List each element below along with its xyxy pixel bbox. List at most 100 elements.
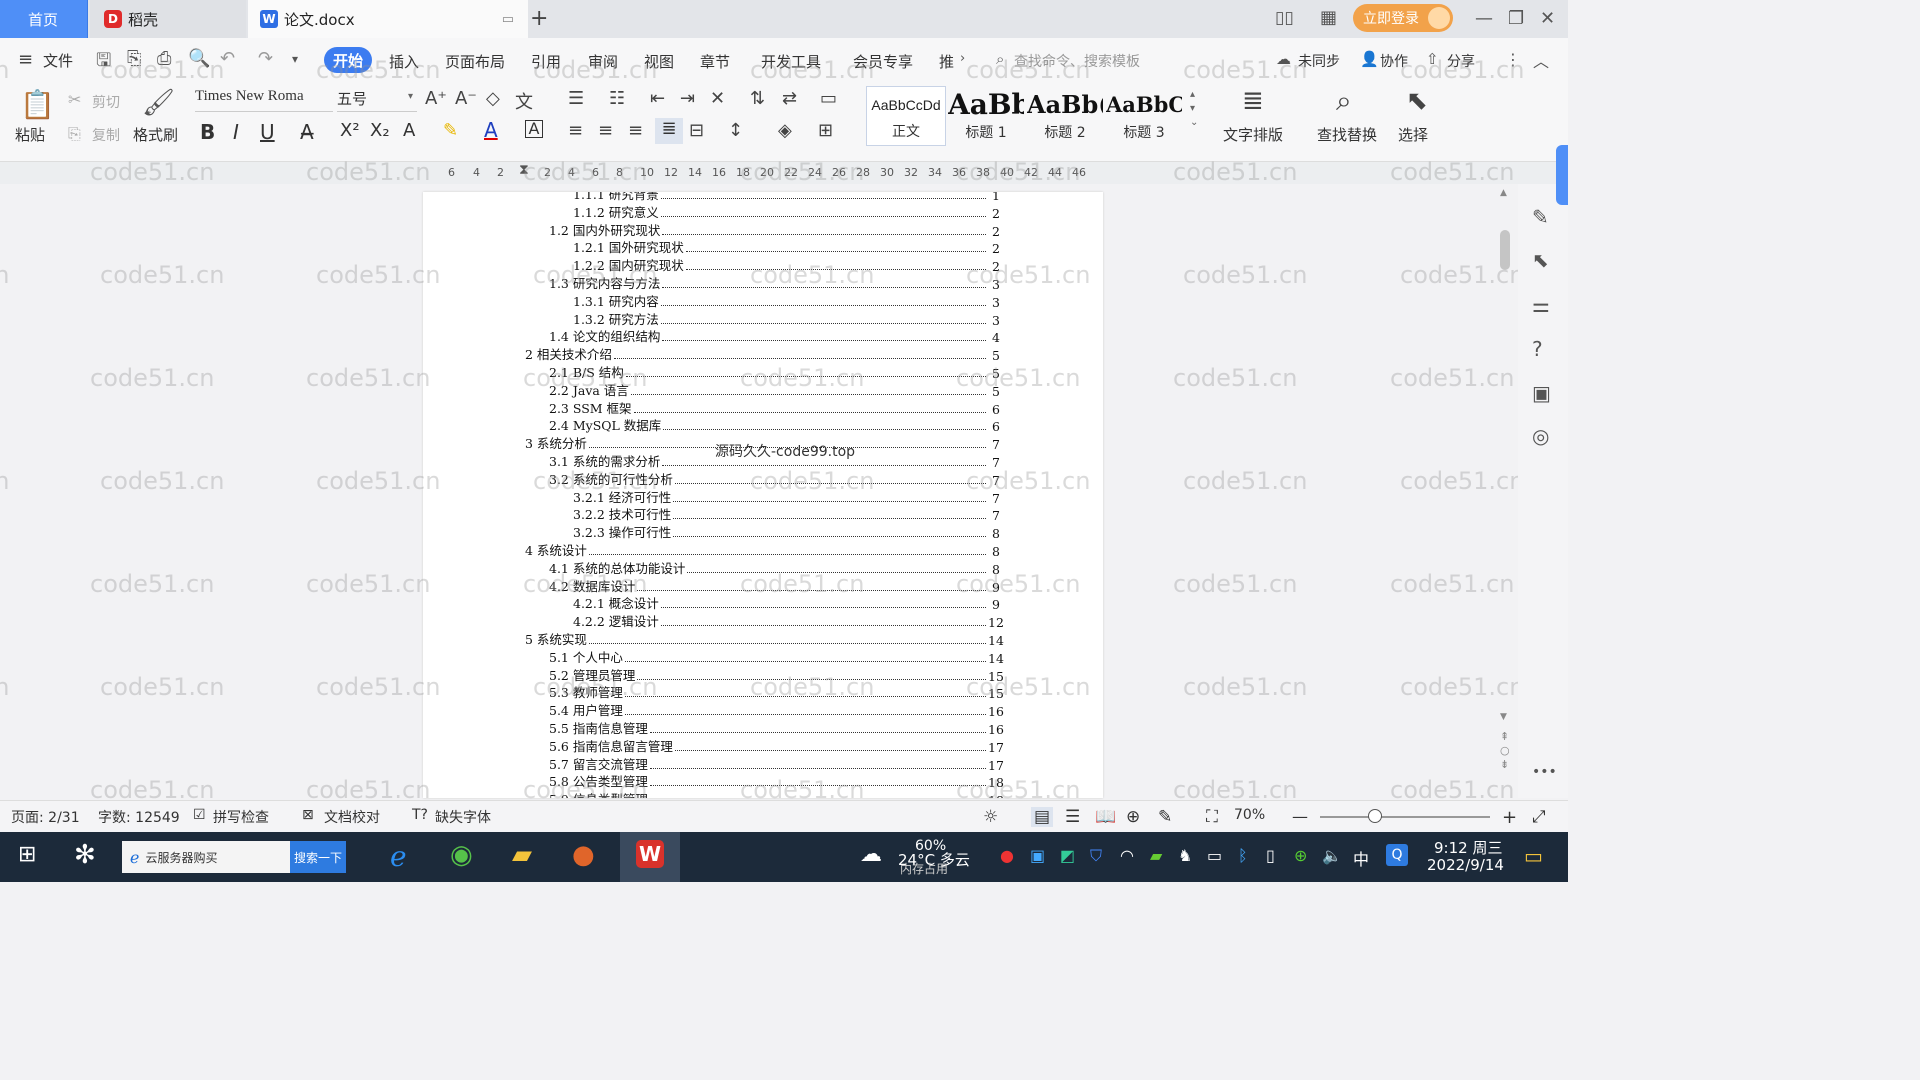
tray-shield-icon[interactable]: ⛉ xyxy=(1090,846,1102,866)
toc-entry[interactable]: 4.2 数据库设计 9 xyxy=(549,577,1000,595)
toc-entry[interactable]: 2 相关技术介绍 5 xyxy=(525,345,1000,363)
collapse-ribbon-icon[interactable]: ︿ xyxy=(1533,48,1549,72)
tabs-icon[interactable]: ▭ xyxy=(820,88,837,109)
file-explorer-icon[interactable]: ▰ xyxy=(512,840,532,870)
write-mode-icon[interactable]: ✎ xyxy=(1158,807,1172,827)
toc-entry[interactable]: 3.2.2 技术可行性 7 xyxy=(573,505,1000,523)
toc-entry[interactable]: 5.6 指南信息留言管理 17 xyxy=(549,737,1004,755)
toc-entry[interactable]: 5.9 信息类型管理 18 xyxy=(549,790,1004,798)
menu-layout[interactable]: 页面布局 xyxy=(445,51,505,72)
fullscreen-icon[interactable]: ⤢ xyxy=(1532,807,1546,827)
tab-document[interactable]: W 论文.docx ▭ xyxy=(248,0,528,38)
missing-font-button[interactable]: 缺失字体 xyxy=(435,807,491,827)
restore-icon[interactable]: ❐ xyxy=(1508,8,1524,29)
vertical-scrollbar[interactable] xyxy=(1498,190,1512,790)
select-button[interactable]: 选择 xyxy=(1398,124,1428,145)
style-normal[interactable]: AaBbCcDd 正文 xyxy=(866,86,946,146)
volume-icon[interactable]: 🔈 xyxy=(1322,846,1342,865)
adjust-sliders-icon[interactable]: ⚌ xyxy=(1532,293,1550,317)
image-settings-icon[interactable]: ▣ xyxy=(1532,381,1551,405)
font-size-select[interactable]: 五号 ▾ xyxy=(337,88,417,112)
tray-app4-icon[interactable]: ⊕ xyxy=(1294,846,1307,865)
menu-insert[interactable]: 插入 xyxy=(389,51,419,72)
toc-entry[interactable]: 4.2.1 概念设计 9 xyxy=(573,594,1000,612)
taskbar-search-box[interactable]: ℯ 云服务器购买 xyxy=(122,841,292,873)
new-tab-icon[interactable]: + xyxy=(530,6,548,31)
font-color-icon[interactable]: A xyxy=(484,118,498,142)
eye-protect-icon[interactable]: ☼ xyxy=(983,807,998,827)
text-effect-icon[interactable]: A xyxy=(403,120,415,141)
menu-more[interactable]: 推 xyxy=(939,51,954,72)
bullets-icon[interactable]: ☰ xyxy=(568,88,584,109)
toc-entry[interactable]: 1.4 论文的组织结构 4 xyxy=(549,327,1000,345)
zoom-slider-thumb[interactable] xyxy=(1368,809,1382,823)
toc-entry[interactable]: 1.3.2 研究方法 3 xyxy=(573,310,1000,328)
toc-entry[interactable]: 3.2.3 操作可行性 8 xyxy=(573,523,1000,541)
scroll-up-icon[interactable]: ▲ xyxy=(1500,188,1507,198)
char-border-icon[interactable]: A xyxy=(525,120,543,138)
bluetooth-icon[interactable]: ᛒ xyxy=(1238,846,1248,865)
apps-grid-icon[interactable]: ▦ xyxy=(1320,7,1337,28)
menu-chapter[interactable]: 章节 xyxy=(700,51,730,72)
tab-home[interactable]: 首页 xyxy=(0,0,88,38)
chinese-layout-icon[interactable]: ✕ xyxy=(710,88,725,109)
sidebar-more-icon[interactable]: ••• xyxy=(1532,764,1557,780)
web-view-icon[interactable]: ⊕ xyxy=(1126,807,1140,827)
find-replace-button[interactable]: 查找替换 xyxy=(1317,124,1377,145)
help-icon[interactable]: ? xyxy=(1532,337,1543,361)
menu-references[interactable]: 引用 xyxy=(531,51,561,72)
tray-app2-icon[interactable]: ▣ xyxy=(1030,846,1045,865)
menu-dev-tools[interactable]: 开发工具 xyxy=(761,51,821,72)
menu-start[interactable]: 开始 xyxy=(324,47,372,73)
clear-format-icon[interactable]: ◇ xyxy=(486,88,500,109)
share-button[interactable]: 分享 xyxy=(1447,51,1475,71)
collab-button[interactable]: 协作 xyxy=(1380,51,1408,71)
menu-scroll-icon[interactable]: › xyxy=(960,51,965,66)
toc-entry[interactable]: 2.2 Java 语言 5 xyxy=(549,381,1000,399)
ie-browser-icon[interactable]: ℯ xyxy=(390,840,407,873)
pinyin-icon[interactable]: 文 xyxy=(515,88,533,114)
align-center-icon[interactable]: ≡ xyxy=(598,120,613,141)
close-icon[interactable]: ✕ xyxy=(1540,8,1555,29)
subscript-icon[interactable]: X₂ xyxy=(370,120,390,141)
toc-entry[interactable]: 3.2 系统的可行性分析 7 xyxy=(549,470,1000,488)
page-nav-icon[interactable]: ⇞ ○ ⇟ xyxy=(1500,730,1510,772)
ime-indicator[interactable]: 中 xyxy=(1353,846,1369,870)
cut-button[interactable]: 剪切 xyxy=(92,92,120,112)
scroll-thumb[interactable] xyxy=(1500,230,1510,270)
usb-icon[interactable]: ▯ xyxy=(1266,846,1275,865)
bold-icon[interactable]: B xyxy=(200,120,215,144)
toc-entry[interactable]: 1.1.1 研究背景 1 xyxy=(573,192,1000,203)
toc-entry[interactable]: 5 系统实现 14 xyxy=(525,630,1004,648)
shrink-font-icon[interactable]: A⁻ xyxy=(455,88,477,109)
windows-start-icon[interactable]: ⊞ xyxy=(18,842,36,867)
toc-entry[interactable]: 4.1 系统的总体功能设计 8 xyxy=(549,559,1000,577)
redo-icon[interactable]: ↷ xyxy=(258,48,273,69)
text-layout-button[interactable]: 文字排版 xyxy=(1223,124,1283,145)
page-view-icon[interactable]: ▤ xyxy=(1031,807,1054,827)
justify-icon[interactable]: ≣ xyxy=(655,118,683,144)
text-direction-icon[interactable]: ⇄ xyxy=(782,88,797,109)
fit-page-icon[interactable]: ⛶ xyxy=(1206,807,1218,827)
copy-button[interactable]: 复制 xyxy=(92,125,120,145)
font-name-select[interactable]: Times New Roma xyxy=(195,88,333,112)
tab-daoke[interactable]: D 稻壳 xyxy=(90,0,246,38)
game-app-icon[interactable]: ● xyxy=(572,840,595,870)
styles-scroll-icon[interactable]: ▴ ▾ ⌄ xyxy=(1190,88,1198,130)
scroll-down-icon[interactable]: ▼ xyxy=(1500,712,1507,722)
zoom-level[interactable]: 70% xyxy=(1234,807,1265,823)
minimize-icon[interactable]: — xyxy=(1475,8,1493,29)
decrease-indent-icon[interactable]: ⇤ xyxy=(650,88,665,109)
italic-icon[interactable]: I xyxy=(233,120,239,144)
page-indicator[interactable]: 页面: 2/31 xyxy=(11,807,80,827)
toc-entry[interactable]: 4 系统设计 8 xyxy=(525,541,1000,559)
side-panel-handle[interactable] xyxy=(1556,145,1568,205)
strikethrough-icon[interactable]: A̶ xyxy=(300,120,314,144)
style-heading2[interactable]: AaBb( 标题 2 xyxy=(1027,88,1103,146)
toc-entry[interactable]: 5.5 指南信息管理 16 xyxy=(549,719,1004,737)
reading-view-icon[interactable]: 📖 xyxy=(1095,807,1116,827)
tray-qq-icon[interactable]: ♞ xyxy=(1178,846,1192,865)
toc-entry[interactable]: 1.2 国内外研究现状 2 xyxy=(549,221,1000,239)
paste-icon[interactable]: 📋 xyxy=(20,88,55,121)
tab-monitor-icon[interactable]: ▭ xyxy=(502,12,514,27)
